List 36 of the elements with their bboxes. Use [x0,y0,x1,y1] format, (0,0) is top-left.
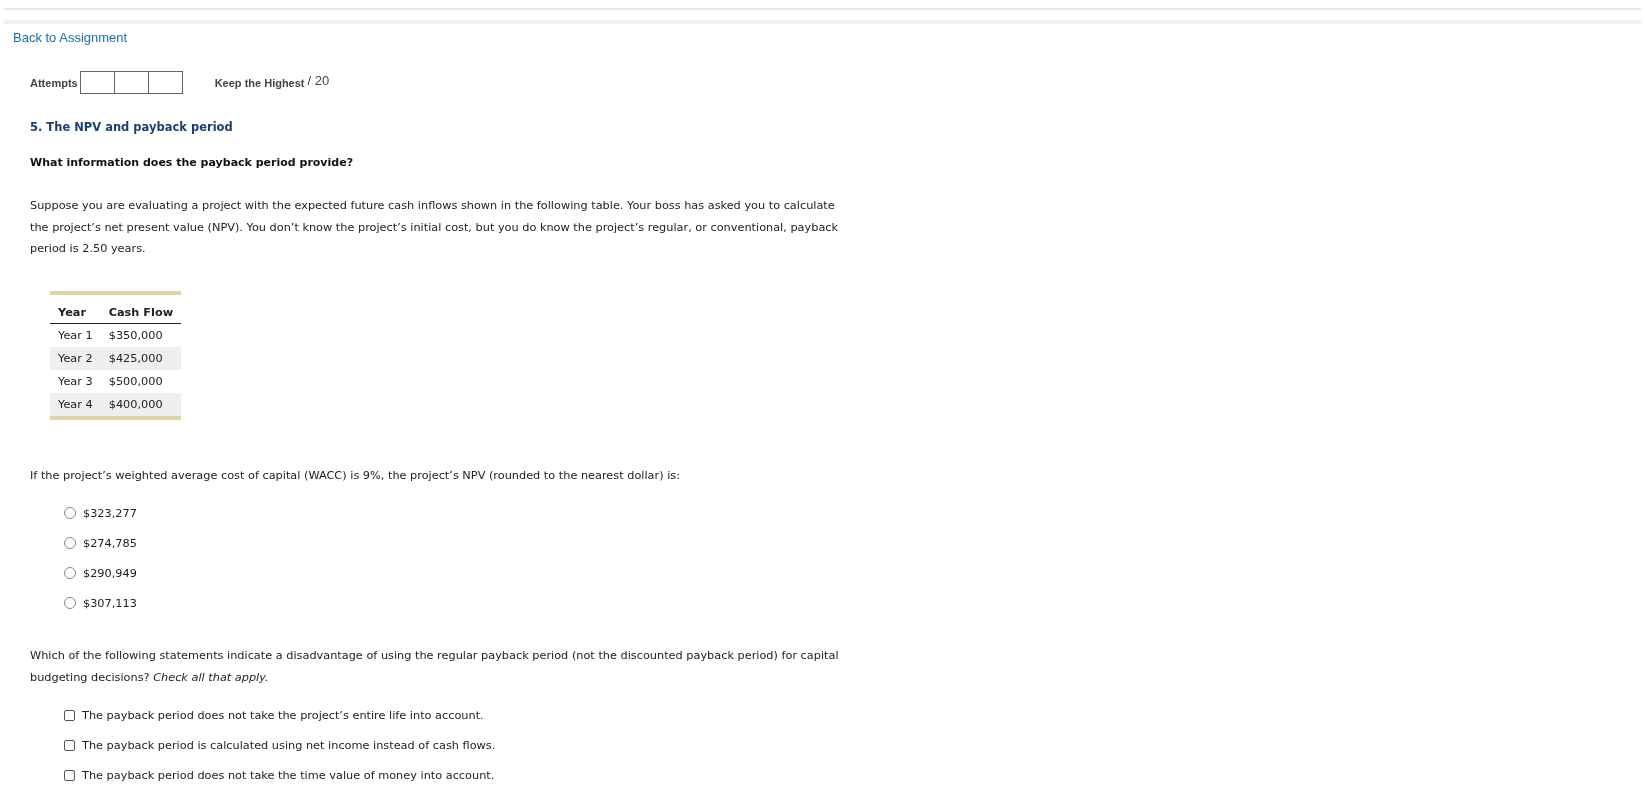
option-label: $290,949 [83,566,137,580]
column-header: Cash Flow [100,292,182,323]
attempt-box [113,71,149,94]
attempt-box [79,71,115,94]
table-cell: $400,000 [100,392,182,418]
checkbox[interactable] [64,709,75,721]
radio-button[interactable] [64,537,76,549]
table-cell: Year 2 [50,346,101,370]
policy-label: Keep the Highest [214,76,305,89]
option-label: The payback period is calculated using net income instead of cash flows. [82,738,496,752]
radio-button[interactable] [64,597,76,609]
disadvantage-question: Which of the following statements indicate a disadvantage of using the regular payback period (not the discounted payback period) for capital budgeting decisions? Check all that apply. [30,647,840,686]
score-label: / 20 [307,73,330,88]
option-label: The payback period does not take the time value of money into account. [82,768,495,782]
table-cell: $350,000 [100,323,182,347]
checkbox[interactable] [64,739,75,751]
option-label: $274,785 [83,536,137,550]
npv-question: If the project’s weighted average cost of capital (WACC) is 9%, the project’s NPV (rounded to the nearest dollar) is: [30,467,681,484]
radio-button[interactable] [64,567,76,579]
column-header: Year [50,292,101,323]
question-title: 5. The NPV and payback period [30,120,234,134]
table-cell: $500,000 [100,369,182,393]
table-cell: Year 4 [50,392,101,418]
option-label: $323,277 [83,506,137,520]
intro-paragraph: Suppose you are evaluating a project with the expected future cash inflows shown in the following table. Your boss has asked you to calculate the project’s net present value (NPV). You don’t know the project’s initial cost, but you do know the project’s regular, or conventional, payback period is 2.50 years. [30,198,840,257]
table-cell: $425,000 [100,346,182,370]
checkbox[interactable] [64,769,75,781]
option-label: The payback period does not take the project’s entire life into account. [82,708,484,722]
table-cell: Year 1 [50,323,101,347]
option-label: $307,113 [83,596,137,610]
radio-button[interactable] [64,507,76,519]
attempts-label: Attempts [30,76,78,89]
subheading: What information does the payback period provide? [30,156,355,169]
table-cell: Year 3 [50,369,101,393]
attempt-box [147,71,183,94]
back-link[interactable]: Back to Assignment [13,30,128,45]
